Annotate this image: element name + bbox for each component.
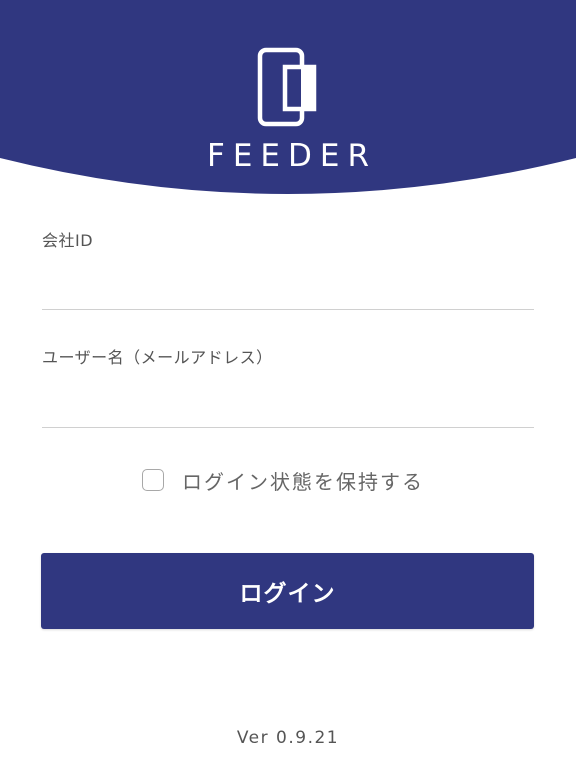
version-label: Ver 0.9.21 (236, 728, 340, 748)
username-label: ユーザー名（メールアドレス） (42, 348, 273, 367)
company-id-label: 会社ID (42, 231, 94, 250)
brand-name: FEEDER (206, 138, 377, 174)
phone-card-icon (257, 47, 317, 127)
username-field[interactable] (42, 393, 534, 428)
login-screen: FEEDER 会社ID ユーザー名（メールアドレス） ログイン状態を保持する ロ… (0, 0, 576, 768)
company-id-field[interactable] (42, 275, 534, 310)
login-button[interactable]: ログイン (41, 553, 534, 629)
remember-login-label[interactable]: ログイン状態を保持する (182, 466, 424, 495)
remember-login-checkbox[interactable] (142, 469, 164, 491)
header-banner: FEEDER (0, 0, 576, 200)
remember-login-row[interactable]: ログイン状態を保持する (0, 462, 576, 498)
